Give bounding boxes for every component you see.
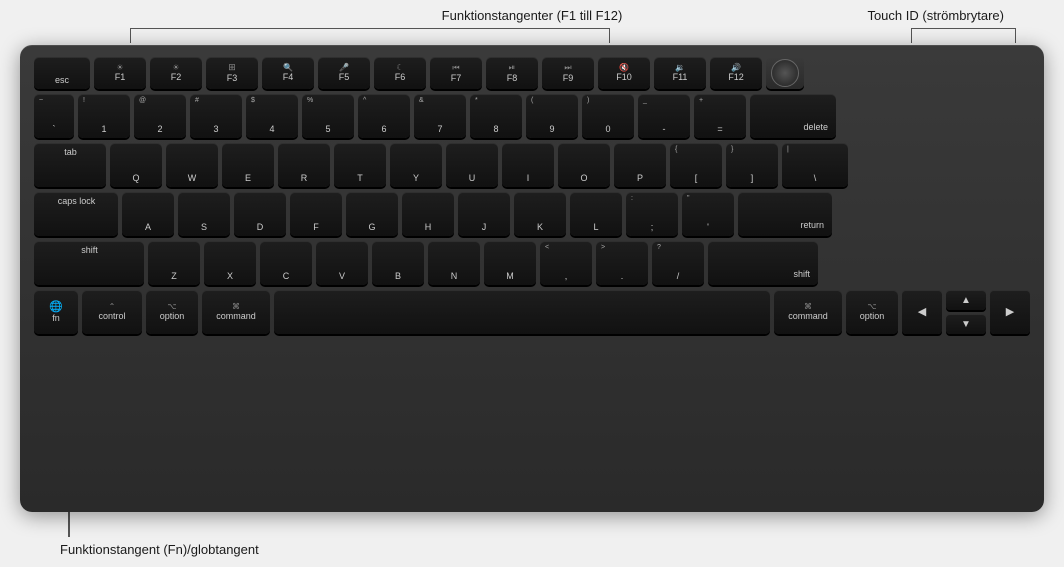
- fn-key-row: esc ☀ F1 ☀ F2 ⊞ F3: [34, 57, 1030, 89]
- key-return[interactable]: return: [738, 192, 832, 236]
- key-f[interactable]: F: [290, 192, 342, 236]
- key-f10[interactable]: 🔇 F10: [598, 57, 650, 89]
- key-m[interactable]: M: [484, 241, 536, 285]
- key-option-right[interactable]: ⌥ option: [846, 290, 898, 334]
- key-slash[interactable]: ? /: [652, 241, 704, 285]
- label-fn-globe: Funktionstangent (Fn)/globtangent: [60, 542, 259, 557]
- key-3[interactable]: # 3: [190, 94, 242, 138]
- key-q[interactable]: Q: [110, 143, 162, 187]
- key-arrow-right[interactable]: ▶: [990, 290, 1030, 334]
- key-h[interactable]: H: [402, 192, 454, 236]
- key-f2[interactable]: ☀ F2: [150, 57, 202, 89]
- key-y[interactable]: Y: [390, 143, 442, 187]
- key-arrow-down[interactable]: ▼: [946, 314, 986, 334]
- key-f12[interactable]: 🔊 F12: [710, 57, 762, 89]
- key-f1[interactable]: ☀ F1: [94, 57, 146, 89]
- keyboard: esc ☀ F1 ☀ F2 ⊞ F3: [20, 45, 1044, 512]
- key-j[interactable]: J: [458, 192, 510, 236]
- bracket-fn-keys: [130, 28, 610, 43]
- key-z[interactable]: Z: [148, 241, 200, 285]
- key-2[interactable]: @ 2: [134, 94, 186, 138]
- key-i[interactable]: I: [502, 143, 554, 187]
- key-c[interactable]: C: [260, 241, 312, 285]
- key-f3[interactable]: ⊞ F3: [206, 57, 258, 89]
- key-fn-globe[interactable]: 🌐 fn: [34, 290, 78, 334]
- key-f7[interactable]: ⏮ F7: [430, 57, 482, 89]
- key-command-right[interactable]: ⌘ command: [774, 290, 842, 334]
- key-k[interactable]: K: [514, 192, 566, 236]
- key-v[interactable]: V: [316, 241, 368, 285]
- key-s[interactable]: S: [178, 192, 230, 236]
- bottom-key-row: 🌐 fn ⌃ control ⌥ option ⌘ command: [34, 290, 1030, 334]
- key-close-bracket[interactable]: } ]: [726, 143, 778, 187]
- key-quote[interactable]: " ': [682, 192, 734, 236]
- key-backtick[interactable]: ~ `: [34, 94, 74, 138]
- key-shift-right[interactable]: shift: [708, 241, 818, 285]
- key-arrow-up[interactable]: ▲: [946, 290, 986, 310]
- key-w[interactable]: W: [166, 143, 218, 187]
- key-f4[interactable]: 🔍 F4: [262, 57, 314, 89]
- key-delete[interactable]: delete: [750, 94, 836, 138]
- key-6[interactable]: ^ 6: [358, 94, 410, 138]
- key-o[interactable]: O: [558, 143, 610, 187]
- asdf-key-row: caps lock A S D F G H J K L : ; " ' retu…: [34, 192, 1030, 236]
- key-4[interactable]: $ 4: [246, 94, 298, 138]
- bracket-touchid: [911, 28, 1016, 43]
- key-capslock[interactable]: caps lock: [34, 192, 118, 236]
- key-command-left[interactable]: ⌘ command: [202, 290, 270, 334]
- key-open-bracket[interactable]: { [: [670, 143, 722, 187]
- key-touchid[interactable]: [766, 57, 804, 89]
- key-semicolon[interactable]: : ;: [626, 192, 678, 236]
- key-1[interactable]: ! 1: [78, 94, 130, 138]
- number-key-row: ~ ` ! 1 @ 2 # 3 $ 4 % 5: [34, 94, 1030, 138]
- key-tab[interactable]: tab: [34, 143, 106, 187]
- arrow-up-down: ▲ ▼: [946, 290, 986, 334]
- key-0[interactable]: ) 0: [582, 94, 634, 138]
- key-n[interactable]: N: [428, 241, 480, 285]
- key-g[interactable]: G: [346, 192, 398, 236]
- key-space[interactable]: [274, 290, 770, 334]
- key-p[interactable]: P: [614, 143, 666, 187]
- key-option-left[interactable]: ⌥ option: [146, 290, 198, 334]
- key-5[interactable]: % 5: [302, 94, 354, 138]
- key-d[interactable]: D: [234, 192, 286, 236]
- key-8[interactable]: * 8: [470, 94, 522, 138]
- key-f8[interactable]: ⏯ F8: [486, 57, 538, 89]
- key-esc[interactable]: esc: [34, 57, 90, 89]
- key-u[interactable]: U: [446, 143, 498, 187]
- qwerty-key-row: tab Q W E R T Y U I O P { [ } ] | \: [34, 143, 1030, 187]
- key-minus[interactable]: _ -: [638, 94, 690, 138]
- touchid-circle: [771, 59, 799, 87]
- key-f9[interactable]: ⏭ F9: [542, 57, 594, 89]
- key-7[interactable]: & 7: [414, 94, 466, 138]
- key-backslash[interactable]: | \: [782, 143, 848, 187]
- key-e[interactable]: E: [222, 143, 274, 187]
- arrow-key-cluster: ◀ ▲ ▼ ▶: [902, 290, 1030, 334]
- key-b[interactable]: B: [372, 241, 424, 285]
- key-f5[interactable]: 🎤 F5: [318, 57, 370, 89]
- key-l[interactable]: L: [570, 192, 622, 236]
- label-fn-keys: Funktionstangenter (F1 till F12): [442, 8, 623, 23]
- key-f6[interactable]: ☾ F6: [374, 57, 426, 89]
- label-touchid: Touch ID (strömbrytare): [867, 8, 1004, 23]
- key-period[interactable]: > .: [596, 241, 648, 285]
- key-arrow-left[interactable]: ◀: [902, 290, 942, 334]
- key-t[interactable]: T: [334, 143, 386, 187]
- key-shift-left[interactable]: shift: [34, 241, 144, 285]
- key-control[interactable]: ⌃ control: [82, 290, 142, 334]
- key-comma[interactable]: < ,: [540, 241, 592, 285]
- key-r[interactable]: R: [278, 143, 330, 187]
- key-a[interactable]: A: [122, 192, 174, 236]
- key-equals[interactable]: + =: [694, 94, 746, 138]
- key-f11[interactable]: 🔉 F11: [654, 57, 706, 89]
- zxcv-key-row: shift Z X C V B N M < , > . ? / shift: [34, 241, 1030, 285]
- key-9[interactable]: ( 9: [526, 94, 578, 138]
- key-x[interactable]: X: [204, 241, 256, 285]
